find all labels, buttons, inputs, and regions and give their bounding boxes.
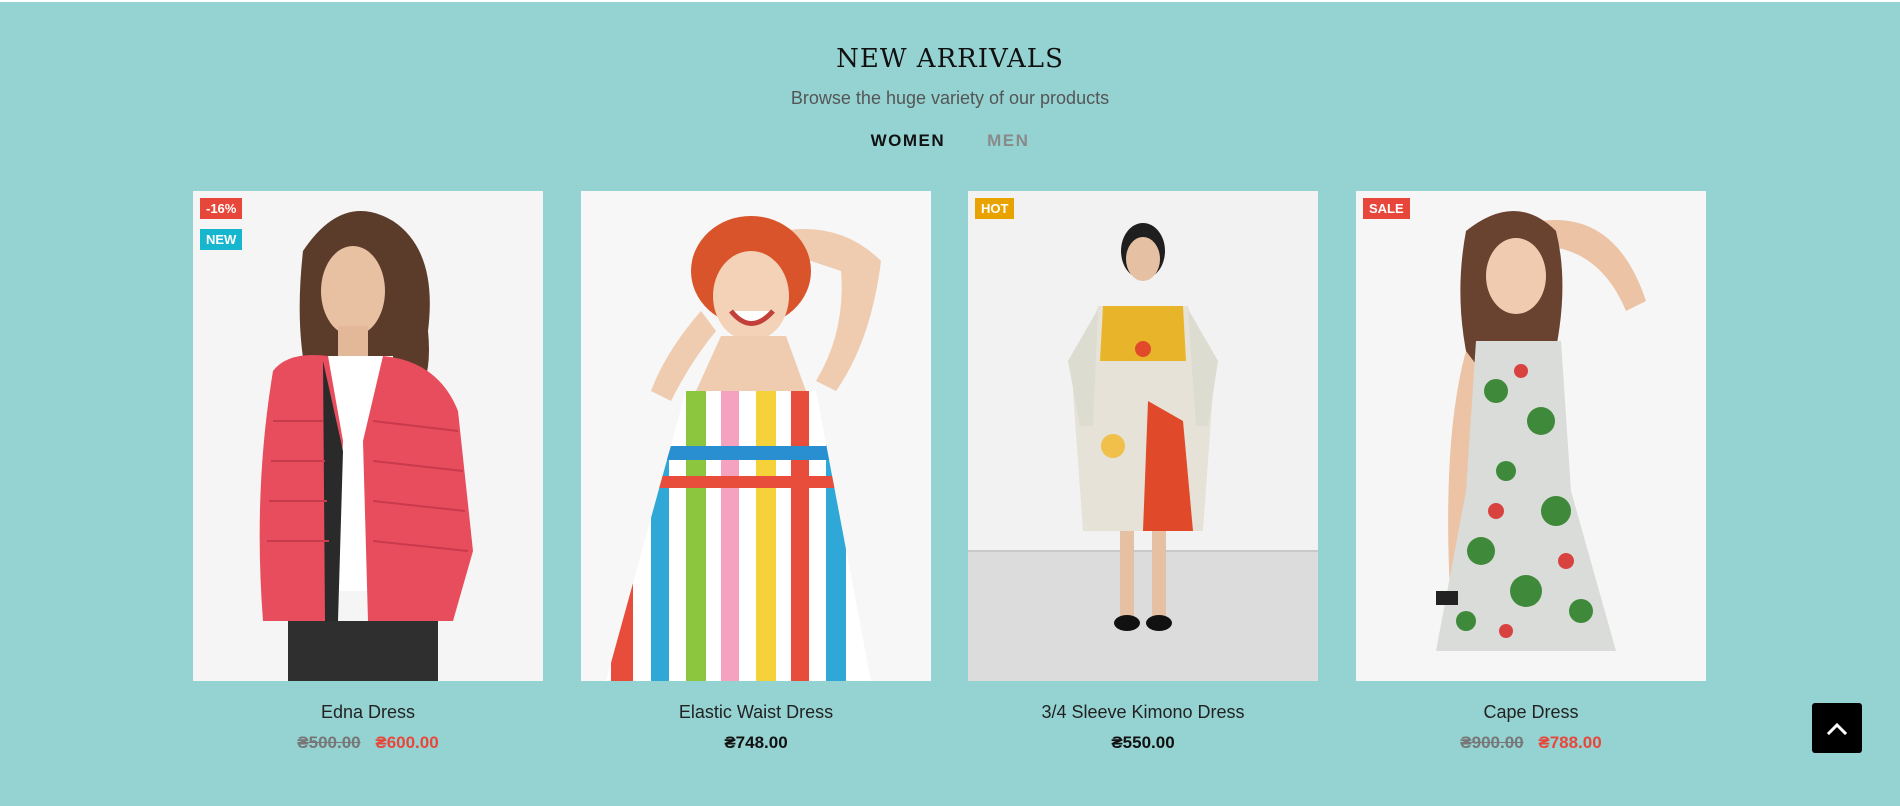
regular-price: ₴550.00 [1111,733,1175,752]
product-card[interactable]: Elastic Waist Dress ₴748.00 [581,191,931,753]
product-card[interactable]: -16% NEW Edna Dress ₴500.00 ₴600.00 [193,191,543,753]
product-grid: -16% NEW Edna Dress ₴500.00 ₴600.00 Elas… [193,191,1707,761]
product-name[interactable]: Cape Dress [1356,702,1706,723]
sale-badge: SALE [1363,198,1410,219]
regular-price: ₴748.00 [724,733,788,752]
section-subtitle: Browse the huge variety of our products [790,88,1110,108]
tab-women[interactable]: WOMEN [871,131,946,151]
top-border [0,0,1900,2]
product-price: ₴500.00 ₴600.00 [193,733,543,753]
chevron-up-icon [1827,722,1847,735]
back-to-top-button[interactable] [1812,703,1862,753]
discount-badge: -16% [200,198,243,219]
product-image[interactable] [581,191,931,681]
category-tabs: WOMEN MEN [0,131,1900,151]
product-image[interactable]: SALE [1356,191,1706,681]
sale-price: ₴788.00 [1538,733,1602,752]
product-card[interactable]: HOT 3/4 Sleeve Kimono Dress ₴550.00 [968,191,1318,753]
product-name[interactable]: Elastic Waist Dress [581,702,931,723]
product-image[interactable]: -16% NEW [193,191,543,681]
product-name[interactable]: Edna Dress [193,702,543,723]
product-price: ₴550.00 [968,733,1318,753]
section-title: NEW ARRIVALS [836,44,1064,74]
new-badge: NEW [200,229,243,250]
tab-men[interactable]: MEN [987,131,1029,151]
sale-price: ₴600.00 [375,733,439,752]
old-price: ₴500.00 [297,733,361,752]
product-price: ₴900.00 ₴788.00 [1356,733,1706,753]
product-card[interactable]: SALE Cape Dress ₴900.00 ₴788.00 [1356,191,1706,753]
product-image[interactable]: HOT [968,191,1318,681]
hot-badge: HOT [975,198,1015,219]
product-price: ₴748.00 [581,733,931,753]
product-name[interactable]: 3/4 Sleeve Kimono Dress [968,702,1318,723]
old-price: ₴900.00 [1460,733,1524,752]
